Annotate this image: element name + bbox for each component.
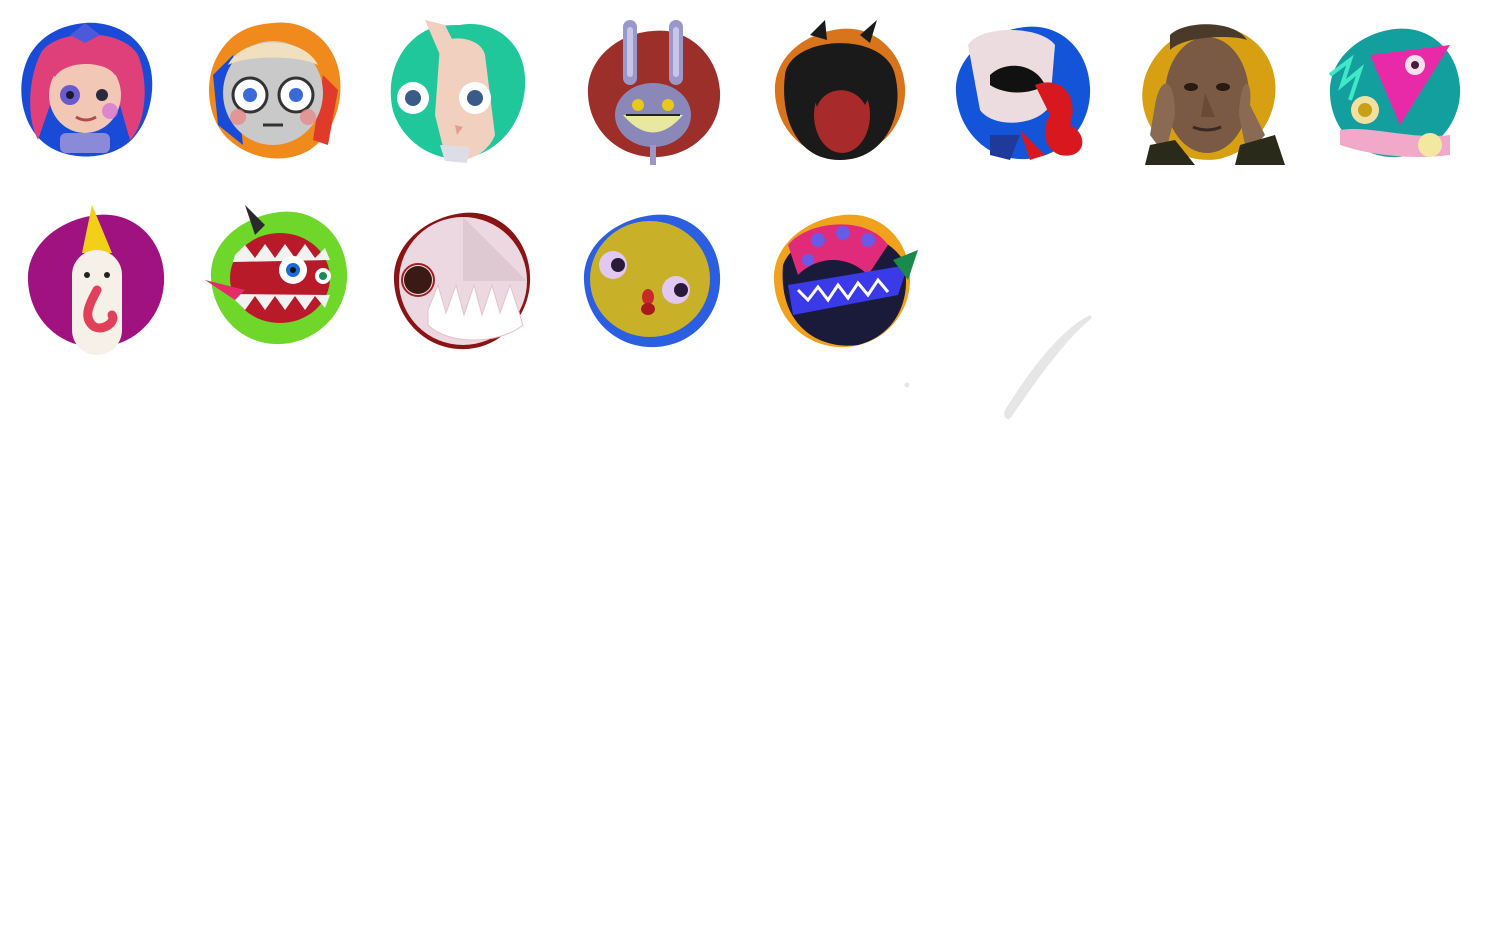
pink-triangle-eye-character-icon [1328, 28, 1461, 158]
party-hat-clown-character-icon [27, 205, 165, 355]
avatar-9[interactable] [22, 205, 172, 355]
avatar-3[interactable] [385, 15, 535, 165]
avatar-6[interactable] [950, 15, 1100, 165]
avatar-grid [0, 0, 1494, 380]
brush-stroke [1004, 315, 1092, 419]
brush-stroke-mark [904, 315, 1092, 419]
avatar-7[interactable] [1135, 15, 1285, 165]
avatar-10[interactable] [205, 200, 355, 350]
avatar-11[interactable] [388, 205, 538, 355]
gray-rabbit-grin-character-icon [587, 20, 721, 165]
gray-round-face-character-icon [208, 22, 341, 159]
red-yarn-hair-character-icon [21, 22, 153, 157]
avatar-12[interactable] [578, 205, 728, 355]
human-face-photo-icon [1142, 24, 1285, 165]
brush-dot [904, 382, 910, 388]
avatar-2[interactable] [198, 15, 348, 165]
avatar-8[interactable] [1320, 15, 1470, 165]
avatar-5[interactable] [765, 15, 915, 165]
white-mask-ribbon-character-icon [955, 26, 1091, 160]
white-teeth-ball-character-icon [393, 212, 531, 350]
yellow-round-eyes-character-icon [583, 214, 721, 348]
teeth-monster-character-icon [205, 205, 348, 345]
avatar-1[interactable] [10, 15, 160, 165]
dark-haired-character-icon [774, 20, 906, 160]
avatar-4[interactable] [578, 15, 728, 165]
pale-wooden-puppet-character-icon [390, 20, 526, 163]
